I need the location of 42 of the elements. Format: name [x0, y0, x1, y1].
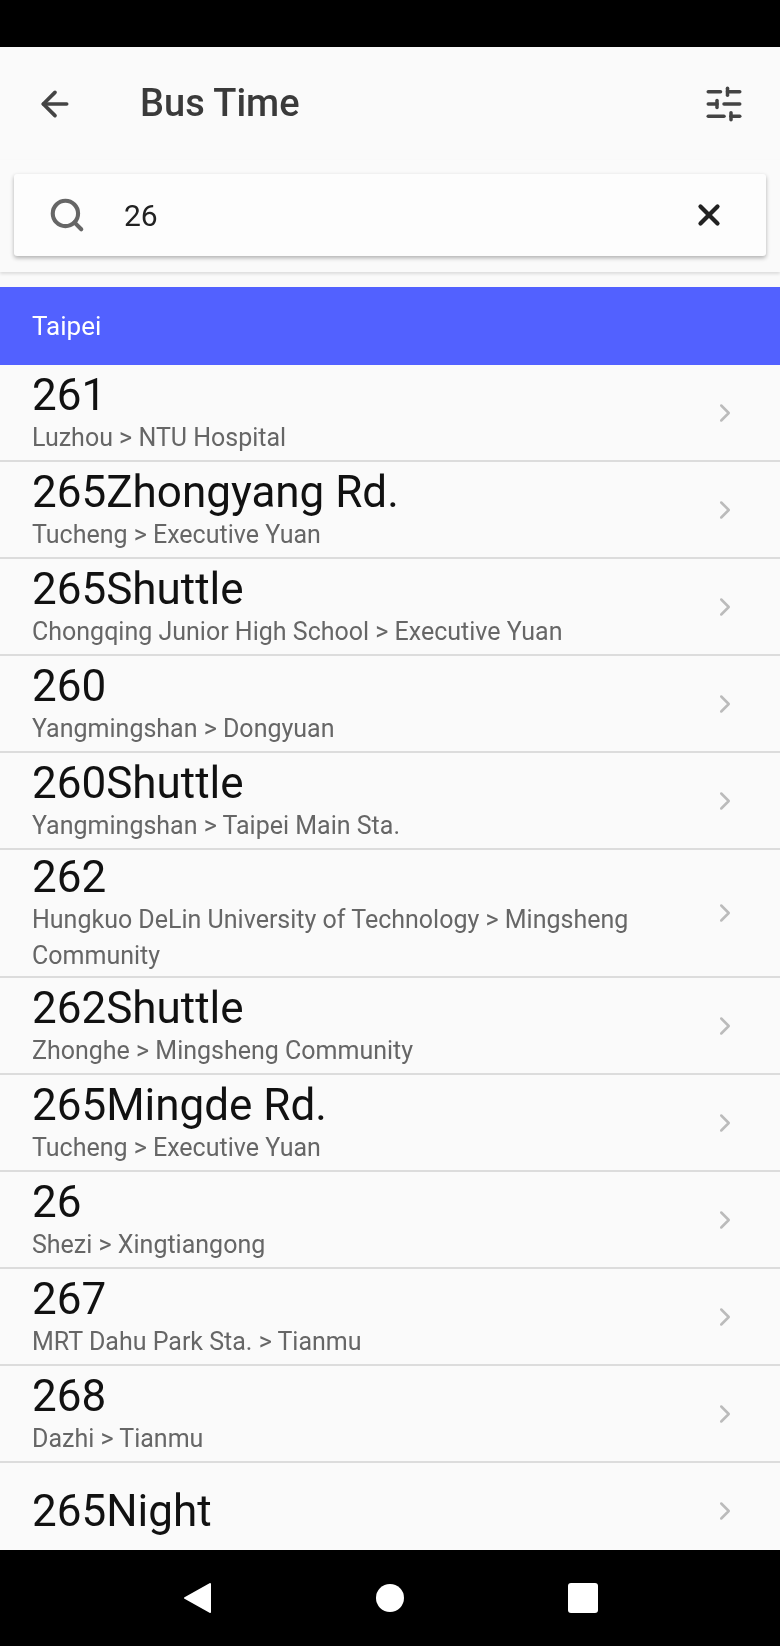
route-number: 262 [32, 852, 108, 902]
route-item[interactable]: 267 MRT Dahu Park Sta. > Tianmu [0, 1269, 780, 1366]
route-number: 261 [32, 369, 108, 420]
route-number: 265Night [32, 1485, 213, 1536]
search-icon [48, 196, 86, 234]
search-field[interactable]: 26 [14, 174, 766, 256]
section-header: Taipei [32, 309, 102, 343]
back-nav-icon[interactable] [181, 1582, 212, 1614]
route-item[interactable]: 261 Luzhou > NTU Hospital [0, 365, 780, 462]
route-number: 268 [32, 1370, 108, 1421]
recents-nav-icon[interactable] [568, 1583, 599, 1613]
route-item[interactable]: 262Shuttle Zhonghe > Mingsheng Community [0, 978, 780, 1075]
route-item[interactable]: 265Shuttle Chongqing Junior High School > Executive Yuan [0, 559, 780, 656]
route-item[interactable]: 260 Yangmingshan > Dongyuan [0, 656, 780, 753]
route-path: Tucheng > Executive Yuan [32, 518, 322, 551]
route-path: Yangmingshan > Taipei Main Sta. [32, 809, 401, 842]
route-number: 265Shuttle [32, 563, 245, 614]
route-number: 265Mingde Rd. [32, 1079, 328, 1130]
route-path: Yangmingshan > Dongyuan [32, 712, 336, 745]
route-item[interactable]: 268 Dazhi > Tianmu [0, 1366, 780, 1463]
route-path: Tucheng > Executive Yuan [32, 1131, 322, 1164]
route-number: 260Shuttle [32, 757, 245, 808]
route-item[interactable]: 260Shuttle Yangmingshan > Taipei Main Sta. [0, 753, 780, 850]
app-title: Bus Time [140, 80, 300, 127]
route-number: 267 [32, 1273, 108, 1324]
search-input[interactable]: 26 [124, 192, 692, 238]
route-path: Chongqing Junior High School > Executive Yuan [32, 615, 564, 648]
route-path: Dazhi > Tianmu [32, 1422, 205, 1455]
route-number: 26 [32, 1176, 83, 1227]
route-item[interactable]: 262 Hungkuo DeLin University of Technology > Mingsheng Community [0, 850, 780, 978]
route-path: MRT Dahu Park Sta. > Tianmu [32, 1325, 363, 1358]
route-number: 265Zhongyang Rd. [32, 466, 400, 517]
route-path: Shezi > Xingtiangong [32, 1228, 267, 1261]
route-item[interactable]: 265Zhongyang Rd. Tucheng > Executive Yuan [0, 462, 780, 559]
route-item[interactable]: 26 Shezi > Xingtiangong [0, 1172, 780, 1269]
route-path: Zhonghe > Mingsheng Community [32, 1034, 415, 1067]
route-number: 260 [32, 660, 108, 711]
route-item[interactable]: 265Mingde Rd. Tucheng > Executive Yuan [0, 1075, 780, 1172]
route-path: Hungkuo DeLin University of Technology > Mingsheng Community [32, 904, 630, 972]
home-nav-icon[interactable] [375, 1583, 405, 1613]
route-path: Luzhou > NTU Hospital [32, 421, 288, 454]
route-number: 262Shuttle [32, 982, 245, 1033]
